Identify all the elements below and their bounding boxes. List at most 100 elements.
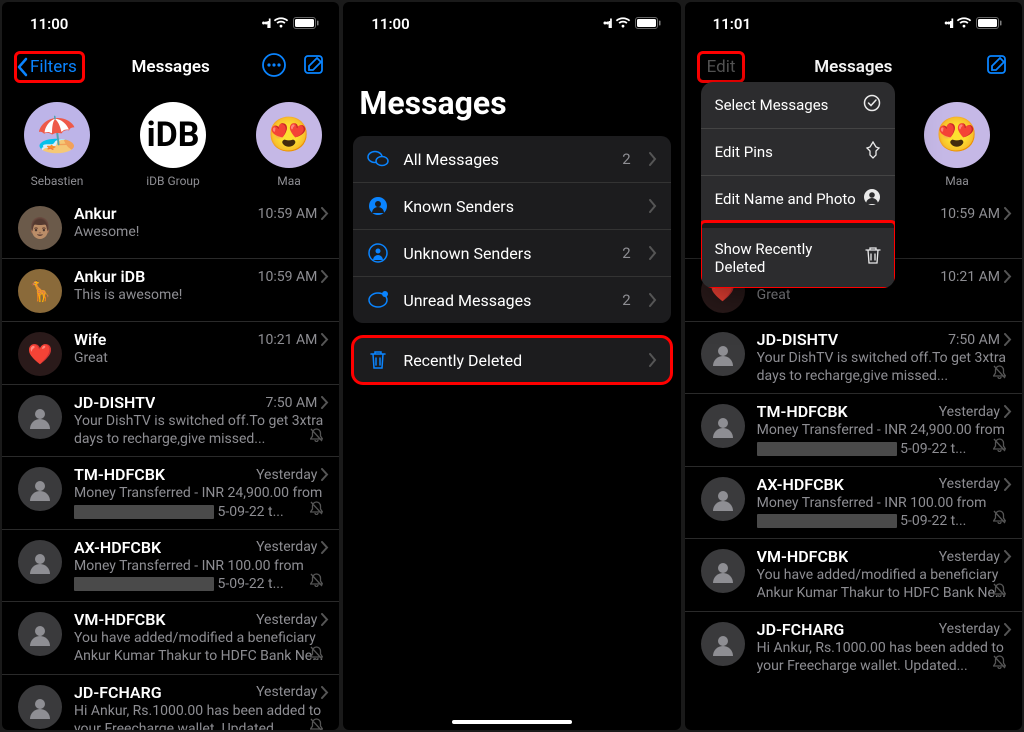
pinned-label: Maa [945, 174, 969, 188]
conversation-time: 10:21 AM [940, 269, 1012, 285]
menu-edit-pins[interactable]: Edit Pins [701, 128, 895, 175]
speech-bubbles-icon [367, 148, 389, 170]
conversation-time: Yesterday [939, 549, 1012, 565]
conversation-row[interactable]: VM-HDFCBK Yesterday You have added/modif… [685, 538, 1022, 610]
menu-label: Show Recently Deleted [715, 240, 835, 276]
conversation-time: Yesterday [939, 404, 1012, 420]
home-indicator[interactable] [452, 720, 572, 724]
cellular-icon: ••ıl [944, 17, 952, 32]
conversation-snippet: Your DishTV is switched off.To get 3xtra… [74, 412, 329, 448]
conversation-time: Yesterday [939, 476, 1012, 492]
conversation-name: AX-HDFCBK [757, 475, 844, 494]
pinned-idb-group[interactable]: iDBiDB Group [138, 102, 208, 188]
edit-button[interactable]: Edit [699, 53, 744, 81]
conversation-time: 10:59 AM [258, 206, 330, 222]
conversation-snippet: You have added/modified a beneficiary An… [757, 566, 1012, 602]
conversation-snippet: Hi Ankur, Rs.1000.00 has been added to y… [757, 639, 1012, 675]
mute-icon [310, 572, 323, 591]
avatar: 😍 [924, 102, 990, 168]
pin-icon [865, 141, 881, 163]
filter-all-messages[interactable]: All Messages 2 [353, 136, 670, 182]
more-button[interactable] [261, 52, 287, 82]
edit-label: Edit [707, 57, 736, 77]
phone-screen-1: 11:00 ••ıl Filters Messages 🏖️Sebastien … [2, 2, 339, 730]
conversation-time: Yesterday [256, 539, 329, 555]
back-filters-button[interactable]: Filters [16, 53, 83, 81]
chevron-right-icon [321, 207, 329, 220]
conversation-row[interactable]: JD-DISHTV 7:50 AM Your DishTV is switche… [2, 384, 339, 456]
filter-label: Known Senders [403, 197, 634, 216]
pinned-label: iDB Group [146, 174, 200, 188]
messages-title: Messages [814, 57, 892, 77]
menu-show-recently-deleted[interactable]: Show Recently Deleted [701, 222, 895, 288]
status-right: ••ıl [261, 15, 319, 33]
pinned-label: Sebastien [31, 174, 84, 188]
battery-icon [293, 15, 319, 33]
conversation-snippet: Money Transferred - INR 100.00 from 5-09… [757, 494, 1012, 530]
conversation-time: Yesterday [256, 612, 329, 628]
trash-icon [865, 247, 881, 269]
conversation-row[interactable]: JD-FCHARG Yesterday Hi Ankur, Rs.1000.00… [2, 674, 339, 731]
checkmark-circle-icon [863, 94, 881, 116]
pinned-sebastien[interactable]: 🏖️Sebastien [22, 102, 92, 188]
mute-icon [993, 582, 1006, 601]
pinned-maa[interactable]: 😍 Maa [922, 102, 992, 188]
conversation-row[interactable]: TM-HDFCBK Yesterday Money Transferred - … [2, 456, 339, 528]
person-question-icon [367, 242, 389, 264]
conversation-row[interactable]: 👨🏽 Ankur 10:59 AM Awesome! [2, 196, 339, 258]
conversation-name: Ankur [74, 204, 117, 223]
compose-button[interactable] [986, 54, 1008, 80]
navbar: Filters Messages [2, 46, 339, 88]
chevron-right-icon [1004, 207, 1012, 220]
mute-icon [993, 509, 1006, 528]
menu-select-messages[interactable]: Select Messages [701, 82, 895, 128]
menu-edit-name-photo[interactable]: Edit Name and Photo [701, 175, 895, 222]
conversation-row[interactable]: ❤️ Wife 10:21 AM Great [2, 321, 339, 384]
chevron-right-icon [1004, 270, 1012, 283]
chevron-right-icon [1004, 478, 1012, 491]
filter-unknown-senders[interactable]: Unknown Senders 2 [353, 229, 670, 276]
status-time: 11:01 [713, 15, 751, 33]
filter-label: Recently Deleted [403, 351, 634, 370]
conversation-row[interactable]: AX-HDFCBK Yesterday Money Transferred - … [685, 466, 1022, 538]
chevron-right-icon [321, 270, 329, 283]
chevron-right-icon [321, 468, 329, 481]
pinned-maa[interactable]: 😍Maa [254, 102, 324, 188]
status-bar: 11:01 ••ıl [685, 2, 1022, 46]
conversation-name: JD-FCHARG [74, 683, 162, 702]
messages-title: Messages [132, 57, 210, 77]
conversation-row[interactable]: 🦒 Ankur iDB 10:59 AM This is awesome! [2, 258, 339, 321]
status-bar: 11:00 ••ıl [2, 2, 339, 46]
status-right: ••ıl [603, 15, 661, 33]
battery-icon [976, 15, 1002, 33]
filter-count: 2 [622, 244, 630, 262]
conversation-name: VM-HDFCBK [757, 547, 849, 566]
compose-button[interactable] [303, 54, 325, 80]
wifi-icon [956, 15, 972, 33]
person-circle-icon [863, 188, 881, 210]
chevron-right-icon [321, 541, 329, 554]
mute-icon [993, 364, 1006, 383]
conversation-row[interactable]: JD-FCHARG Yesterday Hi Ankur, Rs.1000.00… [685, 611, 1022, 683]
conversation-row[interactable]: JD-DISHTV 7:50 AM Your DishTV is switche… [685, 321, 1022, 393]
conversation-row[interactable]: VM-HDFCBK Yesterday You have added/modif… [2, 601, 339, 673]
chevron-right-icon [321, 333, 329, 346]
conversation-time: 10:59 AM [940, 206, 1012, 222]
conversation-snippet: Money Transferred - INR 24,900.00 from 5… [757, 421, 1012, 457]
conversation-time: Yesterday [939, 621, 1012, 637]
conversation-row[interactable]: TM-HDFCBK Yesterday Money Transferred - … [685, 393, 1022, 465]
filter-recently-deleted[interactable]: Recently Deleted [353, 337, 670, 383]
conversation-time: Yesterday [256, 684, 329, 700]
filter-count: 2 [622, 150, 630, 168]
status-right: ••ıl [944, 15, 1002, 33]
chevron-right-icon [649, 152, 657, 166]
edit-context-menu: Select Messages Edit Pins Edit Name and … [701, 82, 895, 288]
chevron-right-icon [1004, 623, 1012, 636]
conversation-row[interactable]: AX-HDFCBK Yesterday Money Transferred - … [2, 529, 339, 601]
conversation-snippet: Your DishTV is switched off.To get 3xtra… [757, 349, 1012, 385]
chevron-right-icon [649, 246, 657, 260]
mute-icon [310, 427, 323, 446]
filter-unread-messages[interactable]: Unread Messages 2 [353, 276, 670, 323]
person-check-icon [367, 195, 389, 217]
filter-known-senders[interactable]: Known Senders [353, 182, 670, 229]
